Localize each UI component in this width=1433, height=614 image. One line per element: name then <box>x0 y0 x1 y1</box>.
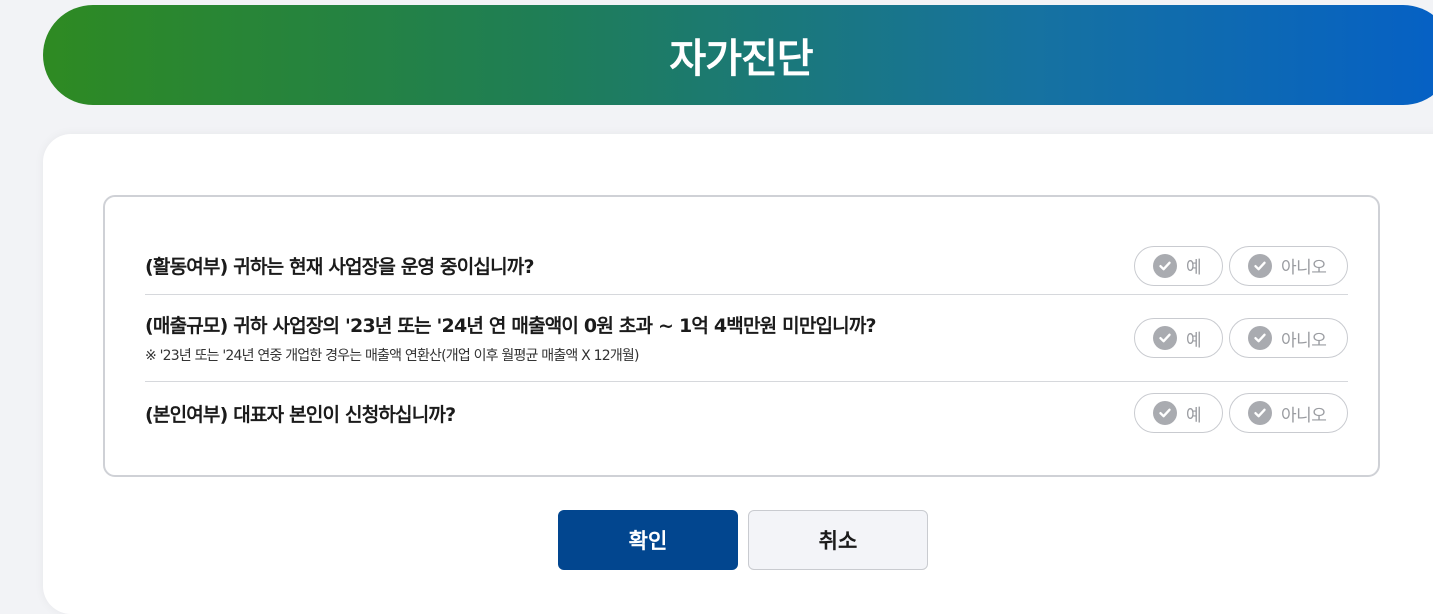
question-box: (활동여부) 귀하는 현재 사업장을 운영 중이십니까? 예 아니오 (매출규모… <box>103 195 1380 477</box>
no-option-button[interactable]: 아니오 <box>1229 318 1348 358</box>
check-circle-icon <box>1153 401 1177 425</box>
no-option-label: 아니오 <box>1281 330 1327 351</box>
self-diagnosis-card: (활동여부) 귀하는 현재 사업장을 운영 중이십니까? 예 아니오 (매출규모… <box>43 134 1433 614</box>
yes-option-label: 예 <box>1186 405 1202 426</box>
question-row-identity: (본인여부) 대표자 본인이 신청하십니까? 예 아니오 <box>145 382 1348 444</box>
yes-option-label: 예 <box>1186 258 1202 278</box>
page-title: 자가진단 <box>669 36 813 82</box>
question-text: (매출규모) 귀하 사업장의 '23년 또는 '24년 연 매출액이 0원 초과… <box>145 315 877 337</box>
check-circle-icon <box>1153 326 1177 350</box>
answer-options: 예 아니오 <box>1134 245 1348 286</box>
no-option-button[interactable]: 아니오 <box>1229 245 1348 286</box>
yes-option-label: 예 <box>1186 330 1202 351</box>
yes-option-button[interactable]: 예 <box>1134 318 1223 358</box>
check-circle-icon <box>1248 401 1272 425</box>
cancel-button[interactable]: 취소 <box>748 510 928 570</box>
question-content: (본인여부) 대표자 본인이 신청하십니까? <box>145 400 456 427</box>
question-content: (매출규모) 귀하 사업장의 '23년 또는 '24년 연 매출액이 0원 초과… <box>145 311 877 365</box>
yes-option-button[interactable]: 예 <box>1134 393 1223 433</box>
check-circle-icon <box>1248 253 1272 278</box>
answer-options: 예 아니오 <box>1134 393 1348 433</box>
yes-option-button[interactable]: 예 <box>1134 245 1223 286</box>
question-text: (본인여부) 대표자 본인이 신청하십니까? <box>145 403 456 426</box>
question-content: (활동여부) 귀하는 현재 사업장을 운영 중이십니까? <box>145 252 534 279</box>
question-row-sales: (매출규모) 귀하 사업장의 '23년 또는 '24년 연 매출액이 0원 초과… <box>145 295 1348 382</box>
page-header: 자가진단 <box>43 5 1433 105</box>
question-row-activity: (활동여부) 귀하는 현재 사업장을 운영 중이십니까? 예 아니오 <box>145 237 1348 295</box>
no-option-label: 아니오 <box>1281 405 1327 426</box>
no-option-label: 아니오 <box>1281 258 1327 278</box>
question-text: (활동여부) 귀하는 현재 사업장을 운영 중이십니까? <box>145 256 534 278</box>
no-option-button[interactable]: 아니오 <box>1229 393 1348 433</box>
check-circle-icon <box>1153 253 1177 278</box>
answer-options: 예 아니오 <box>1134 318 1348 358</box>
confirm-button[interactable]: 확인 <box>558 510 738 570</box>
question-note: ※ '23년 또는 '24년 연중 개업한 경우는 매출액 연환산(개업 이후 … <box>145 348 639 364</box>
check-circle-icon <box>1248 326 1272 350</box>
